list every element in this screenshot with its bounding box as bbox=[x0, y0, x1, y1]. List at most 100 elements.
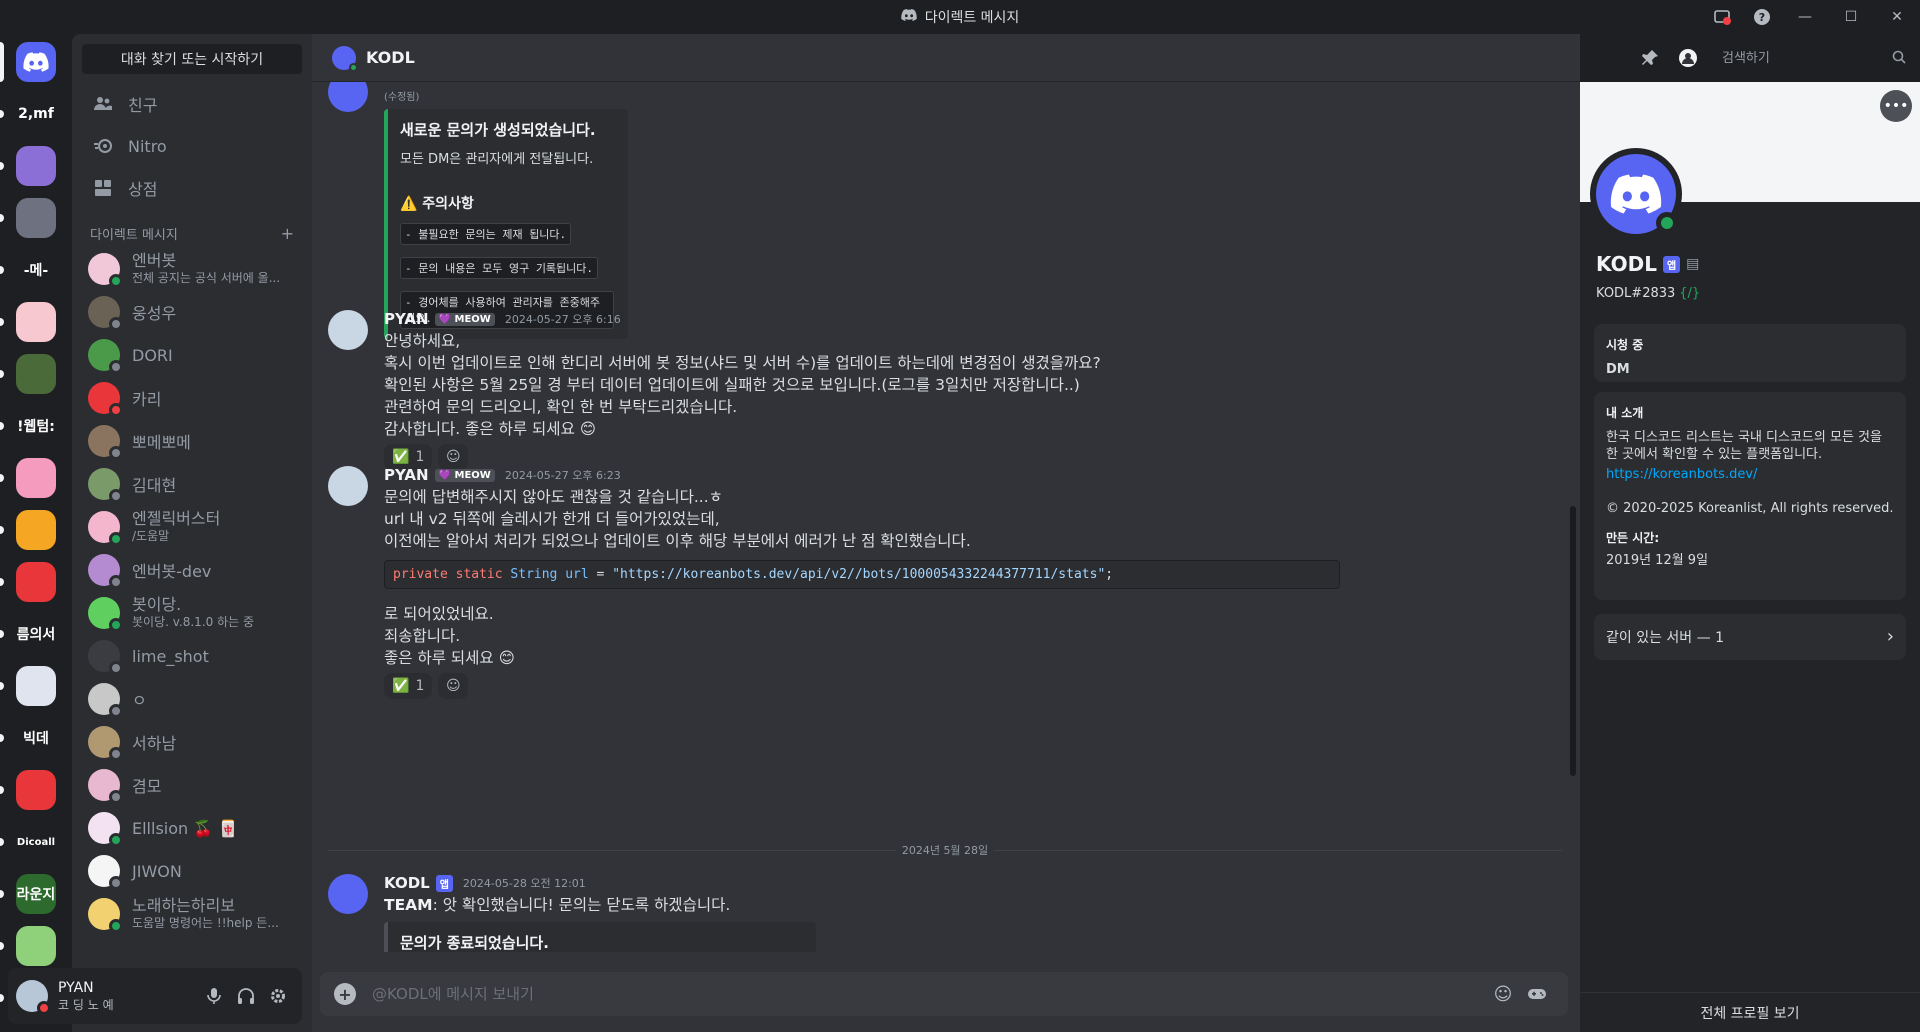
dm-item[interactable]: 겸모 bbox=[80, 764, 304, 806]
close-button[interactable]: ✕ bbox=[1874, 0, 1920, 34]
profile-avatar[interactable] bbox=[1590, 148, 1682, 240]
message-timestamp: 2024-05-27 오후 6:16 bbox=[504, 313, 621, 326]
add-dm-button[interactable]: + bbox=[281, 224, 294, 243]
unread-indicator bbox=[0, 42, 4, 82]
user-profile-icon[interactable] bbox=[1676, 46, 1700, 70]
dm-item[interactable]: 뽀메뽀메 bbox=[80, 420, 304, 462]
dm-item[interactable]: JIWON bbox=[80, 850, 304, 892]
server-icon[interactable] bbox=[16, 458, 56, 498]
dm-item[interactable]: ㅇ bbox=[80, 678, 304, 720]
dm-search-button[interactable]: 대화 찾기 또는 시작하기 bbox=[82, 44, 302, 74]
dm-item[interactable]: 엔버봇 전체 공지는 공식 서버에 올... bbox=[80, 248, 304, 290]
server-icon[interactable] bbox=[16, 666, 56, 706]
dm-status-text: 도움말 명령어는 !!help 든... bbox=[132, 915, 279, 930]
server-icon[interactable]: 빅데 bbox=[16, 718, 56, 758]
dm-item[interactable]: lime_shot bbox=[80, 635, 304, 677]
reaction-check[interactable]: ✅ 1 bbox=[384, 673, 433, 699]
emoji-icon[interactable]: ☺ bbox=[1486, 977, 1520, 1011]
unread-indicator bbox=[0, 786, 4, 794]
code-keyword: private bbox=[393, 567, 448, 582]
more-options-icon[interactable]: ••• bbox=[1880, 90, 1912, 122]
server-icon[interactable]: !웹텀: bbox=[16, 406, 56, 446]
username[interactable]: PYAN bbox=[58, 980, 198, 996]
help-icon[interactable]: ? bbox=[1742, 0, 1782, 34]
nav-item-friends[interactable]: 친구 bbox=[80, 84, 304, 124]
settings-gear-icon[interactable] bbox=[262, 980, 294, 1012]
message-author[interactable]: PYAN bbox=[384, 466, 429, 484]
dm-item[interactable]: 서하남 bbox=[80, 721, 304, 763]
headphones-icon[interactable] bbox=[230, 980, 262, 1012]
minimize-button[interactable]: — bbox=[1782, 0, 1828, 34]
user-tag-badge: 💜 MEOW bbox=[434, 312, 495, 326]
dm-item[interactable]: 카리 bbox=[80, 377, 304, 419]
dm-name: 봇이당. bbox=[132, 594, 182, 614]
dm-item[interactable]: 봇이당. 봇이당. v.8.1.0 하는 중 bbox=[80, 592, 304, 634]
code-string: "https://koreanbots.dev/api/v2//bots/100… bbox=[612, 567, 1106, 582]
dm-item[interactable]: 엔젤릭버스터/도움말 bbox=[80, 506, 304, 548]
nav-item-label: 상점 bbox=[128, 180, 158, 199]
server-icon[interactable] bbox=[16, 562, 56, 602]
search-box[interactable] bbox=[1714, 43, 1910, 73]
status-indicator-icon bbox=[109, 489, 123, 503]
dm-item[interactable]: 김대현 bbox=[80, 463, 304, 505]
dm-item[interactable]: 웅성우 bbox=[80, 291, 304, 333]
embed-card: 새로운 문의가 생성되었습니다. 모든 DM은 관리자에게 전달됩니다. ⚠️ … bbox=[384, 109, 628, 339]
server-icon[interactable] bbox=[16, 926, 56, 966]
server-icon[interactable]: 라운지 bbox=[16, 874, 56, 914]
server-icon[interactable]: 2,mf bbox=[16, 94, 56, 134]
server-icon[interactable] bbox=[16, 302, 56, 342]
attach-plus-icon[interactable]: + bbox=[334, 983, 356, 1005]
maximize-button[interactable]: ☐ bbox=[1828, 0, 1874, 34]
avatar[interactable] bbox=[16, 980, 51, 1015]
view-full-profile-button[interactable]: 전체 프로필 보기 bbox=[1580, 992, 1920, 1032]
avatar bbox=[88, 296, 123, 331]
server-icon[interactable]: -메- bbox=[16, 250, 56, 290]
check-emoji-icon: ✅ bbox=[392, 449, 410, 465]
app-directory-icon[interactable]: ▤ bbox=[1686, 256, 1699, 272]
message-author[interactable]: PYAN bbox=[384, 310, 429, 328]
server-icon[interactable]: 름의서 bbox=[16, 614, 56, 654]
server-icon[interactable] bbox=[16, 510, 56, 550]
server-icon[interactable] bbox=[16, 770, 56, 810]
dm-item[interactable]: 노래하는하리보 도움말 명령어는 !!help 든... bbox=[80, 893, 304, 935]
server-icon[interactable] bbox=[16, 354, 56, 394]
activity-gamepad-icon[interactable] bbox=[1520, 977, 1554, 1011]
dm-item[interactable]: DORI bbox=[80, 334, 304, 376]
nitro-icon bbox=[92, 135, 114, 157]
avatar[interactable] bbox=[328, 466, 368, 506]
bot-avatar bbox=[328, 82, 368, 112]
code-block[interactable]: private static String url = "https://kor… bbox=[384, 560, 1340, 589]
dm-item[interactable]: 엔버봇-dev bbox=[80, 549, 304, 591]
dm-item[interactable]: Elllsion 🍒 🀄 bbox=[80, 807, 304, 849]
dm-name: 엔젤릭버스터 bbox=[132, 508, 221, 528]
scrollbar[interactable] bbox=[1570, 506, 1576, 776]
unread-indicator bbox=[0, 890, 4, 898]
server-icon[interactable]: Dicoall bbox=[16, 822, 56, 862]
inbox-icon[interactable] bbox=[1702, 0, 1742, 34]
add-reaction-icon[interactable]: ☺ bbox=[438, 673, 469, 699]
bot-avatar[interactable] bbox=[328, 874, 368, 914]
avatar bbox=[88, 597, 123, 632]
avatar[interactable] bbox=[328, 310, 368, 350]
home-button[interactable] bbox=[16, 42, 56, 82]
microphone-icon[interactable] bbox=[198, 980, 230, 1012]
nav-item-nitro[interactable]: Nitro bbox=[80, 126, 304, 166]
message: KODL 앱 2024-05-28 오전 12:01 TEAM: 앗 확인했습니… bbox=[328, 872, 816, 952]
about-title: 내 소개 bbox=[1606, 406, 1644, 420]
unread-indicator bbox=[0, 110, 4, 118]
channel-name[interactable]: KODL bbox=[366, 48, 415, 67]
pin-icon[interactable] bbox=[1638, 46, 1662, 70]
about-text: 한국 디스코드 리스트는 국내 디스코드의 모든 것을 한 곳에서 확인할 수 … bbox=[1606, 430, 1882, 462]
search-input[interactable] bbox=[1722, 50, 1892, 66]
mutual-servers-button[interactable]: 같이 있는 서버 — 1 › bbox=[1594, 614, 1906, 660]
about-link[interactable]: https://koreanbots.dev/ bbox=[1606, 467, 1757, 482]
server-icon[interactable] bbox=[16, 198, 56, 238]
message-input[interactable] bbox=[372, 985, 1486, 1003]
embed-title: 새로운 문의가 생성되었습니다. bbox=[400, 121, 596, 139]
dm-sidebar: 대화 찾기 또는 시작하기 친구 Nitro 상점 다이렉트 메시지 + 엔버봇 전체… bbox=[72, 34, 312, 1032]
nav-item-shop[interactable]: 상점 bbox=[80, 168, 304, 208]
server-icon[interactable] bbox=[16, 146, 56, 186]
dm-name: ㅇ bbox=[132, 691, 147, 710]
dm-name: 카리 bbox=[132, 390, 162, 409]
message-author[interactable]: KODL bbox=[384, 874, 430, 892]
